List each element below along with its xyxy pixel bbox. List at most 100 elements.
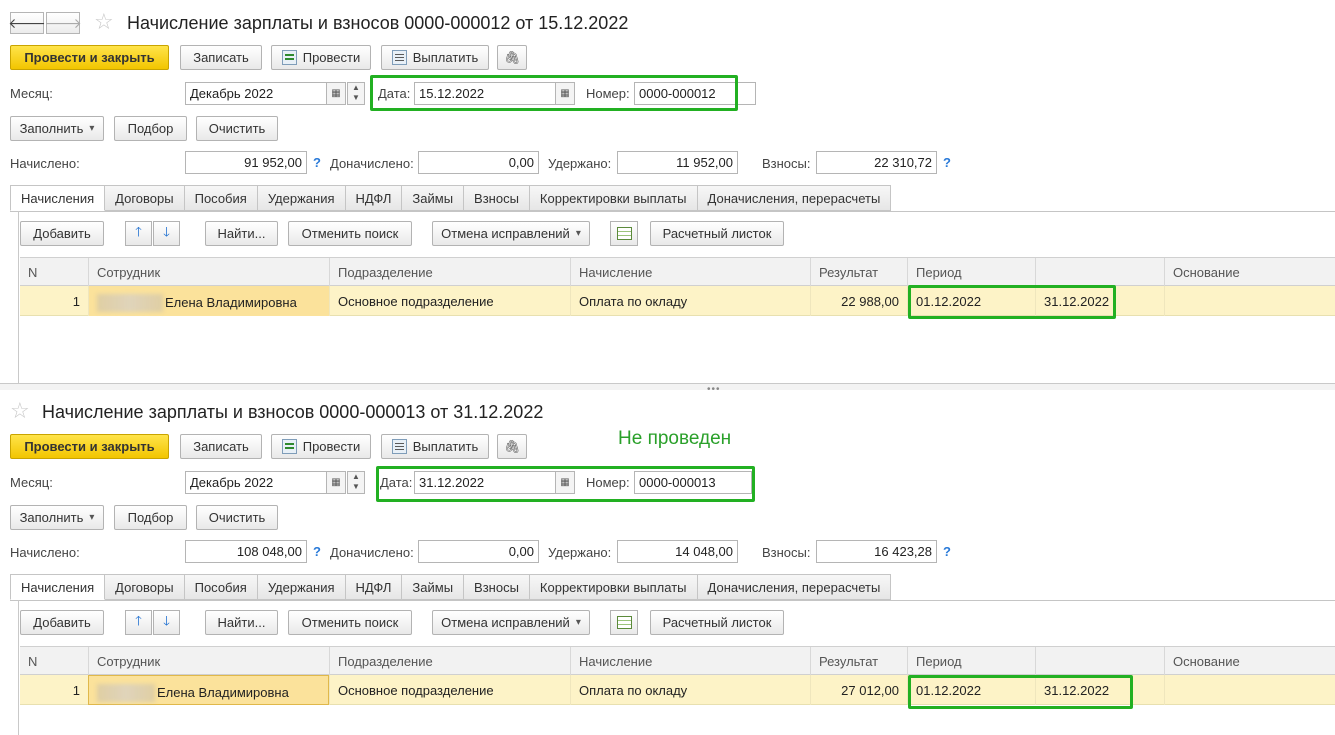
attach-button[interactable]: 🖇	[497, 434, 527, 459]
col-period-end[interactable]	[1035, 258, 1164, 287]
accrued-field[interactable]: 108 048,00	[185, 540, 307, 563]
move-up-button[interactable]: 🡑	[125, 610, 152, 635]
cell-period-from[interactable]: 01.12.2022	[907, 675, 1035, 705]
add-row-button[interactable]: Добавить	[20, 221, 104, 246]
cell-result[interactable]: 22 988,00	[810, 286, 907, 316]
col-n[interactable]: N	[20, 258, 88, 287]
tab-ndfl[interactable]: НДФЛ	[345, 574, 403, 600]
number-field[interactable]: 0000-000012	[634, 82, 756, 105]
cell-department[interactable]: Основное подразделение	[329, 286, 570, 316]
col-period[interactable]: Период	[907, 258, 1035, 287]
cell-accrual[interactable]: Оплата по окладу	[570, 675, 810, 705]
col-result[interactable]: Результат	[810, 647, 907, 676]
date-field[interactable]: 15.12.2022	[414, 82, 556, 105]
withheld-field[interactable]: 14 048,00	[617, 540, 738, 563]
tab-loans[interactable]: Займы	[402, 185, 465, 211]
col-employee[interactable]: Сотрудник	[88, 647, 329, 676]
col-basis[interactable]: Основание	[1164, 647, 1335, 676]
col-accrual[interactable]: Начисление	[570, 258, 810, 287]
tab-loans[interactable]: Займы	[402, 574, 465, 600]
move-down-button[interactable]: 🡓	[153, 221, 180, 246]
col-n[interactable]: N	[20, 647, 88, 676]
table-settings-button[interactable]	[610, 221, 638, 246]
tab-accruals[interactable]: Начисления	[10, 185, 106, 211]
date-calendar-button[interactable]: ▦	[555, 471, 575, 494]
cancel-search-button[interactable]: Отменить поиск	[288, 221, 412, 246]
col-accrual[interactable]: Начисление	[570, 647, 810, 676]
payslip-button[interactable]: Расчетный листок	[650, 610, 784, 635]
cell-accrual[interactable]: Оплата по окладу	[570, 286, 810, 316]
find-button[interactable]: Найти...	[205, 221, 278, 246]
cell-period-from[interactable]: 01.12.2022	[907, 286, 1035, 316]
tab-accruals[interactable]: Начисления	[10, 574, 106, 600]
table-settings-button[interactable]	[610, 610, 638, 635]
contrib-field[interactable]: 22 310,72	[816, 151, 937, 174]
accrued-field[interactable]: 91 952,00	[185, 151, 307, 174]
tab-benefits[interactable]: Пособия	[184, 574, 258, 600]
table-row[interactable]: 1 Елена Владимировна Основное подразделе…	[20, 675, 1335, 705]
date-field[interactable]: 31.12.2022	[414, 471, 556, 494]
help-icon[interactable]: ?	[943, 544, 951, 559]
move-down-button[interactable]: 🡓	[153, 610, 180, 635]
cell-basis[interactable]	[1164, 675, 1335, 705]
tab-contracts[interactable]: Договоры	[105, 185, 185, 211]
col-period-end[interactable]	[1035, 647, 1164, 676]
tab-payment-corrections[interactable]: Корректировки выплаты	[529, 185, 698, 211]
tab-recalculations[interactable]: Доначисления, перерасчеты	[697, 185, 892, 211]
month-field[interactable]: Декабрь 2022	[185, 471, 327, 494]
month-field[interactable]: Декабрь 2022	[185, 82, 327, 105]
cell-basis[interactable]	[1164, 286, 1335, 316]
col-employee[interactable]: Сотрудник	[88, 258, 329, 287]
help-icon[interactable]: ?	[943, 155, 951, 170]
post-and-close-button[interactable]: Провести и закрыть	[10, 45, 169, 70]
tab-benefits[interactable]: Пособия	[184, 185, 258, 211]
cell-employee[interactable]: Елена Владимировна	[88, 286, 329, 316]
tab-payment-corrections[interactable]: Корректировки выплаты	[529, 574, 698, 600]
clear-button[interactable]: Очистить	[196, 116, 278, 141]
cell-result[interactable]: 27 012,00	[810, 675, 907, 705]
fill-dropdown-button[interactable]: Заполнить	[10, 505, 104, 530]
post-and-close-button[interactable]: Провести и закрыть	[10, 434, 169, 459]
withheld-field[interactable]: 11 952,00	[617, 151, 738, 174]
table-row[interactable]: 1 Елена Владимировна Основное подразделе…	[20, 286, 1335, 316]
tab-recalculations[interactable]: Доначисления, перерасчеты	[697, 574, 892, 600]
tab-contributions[interactable]: Взносы	[464, 574, 530, 600]
add-row-button[interactable]: Добавить	[20, 610, 104, 635]
post-button[interactable]: Провести	[271, 45, 371, 70]
number-field[interactable]: 0000-000013	[634, 471, 752, 494]
select-button[interactable]: Подбор	[114, 116, 187, 141]
col-department[interactable]: Подразделение	[329, 258, 570, 287]
move-up-button[interactable]: 🡑	[125, 221, 152, 246]
month-spinner[interactable]: ▲ ▼	[347, 82, 365, 105]
contrib-field[interactable]: 16 423,28	[816, 540, 937, 563]
save-button[interactable]: Записать	[180, 45, 262, 70]
extra-field[interactable]: 0,00	[418, 540, 539, 563]
tab-contributions[interactable]: Взносы	[464, 185, 530, 211]
cancel-fix-dropdown[interactable]: Отмена исправлений	[432, 610, 590, 635]
col-result[interactable]: Результат	[810, 258, 907, 287]
month-calendar-button[interactable]: ▦	[326, 471, 346, 494]
payslip-button[interactable]: Расчетный листок	[650, 221, 784, 246]
help-icon[interactable]: ?	[313, 155, 321, 170]
help-icon[interactable]: ?	[313, 544, 321, 559]
back-button[interactable]: 🡐	[8, 12, 46, 34]
forward-button[interactable]: 🡒	[44, 12, 82, 34]
fill-dropdown-button[interactable]: Заполнить	[10, 116, 104, 141]
tab-ndfl[interactable]: НДФЛ	[345, 185, 403, 211]
col-department[interactable]: Подразделение	[329, 647, 570, 676]
pay-button[interactable]: Выплатить	[381, 45, 489, 70]
clear-button[interactable]: Очистить	[196, 505, 278, 530]
select-button[interactable]: Подбор	[114, 505, 187, 530]
month-calendar-button[interactable]: ▦	[326, 82, 346, 105]
window-splitter[interactable]: •••	[0, 383, 1335, 395]
tab-deductions[interactable]: Удержания	[257, 574, 346, 600]
tab-contracts[interactable]: Договоры	[105, 574, 185, 600]
cancel-fix-dropdown[interactable]: Отмена исправлений	[432, 221, 590, 246]
cell-department[interactable]: Основное подразделение	[329, 675, 570, 705]
col-period[interactable]: Период	[907, 647, 1035, 676]
month-spinner[interactable]: ▲ ▼	[347, 471, 365, 494]
cell-period-to[interactable]: 31.12.2022	[1035, 286, 1164, 316]
tab-deductions[interactable]: Удержания	[257, 185, 346, 211]
cell-period-to[interactable]: 31.12.2022	[1035, 675, 1164, 705]
favorite-star-icon[interactable]: ☆	[94, 11, 114, 33]
